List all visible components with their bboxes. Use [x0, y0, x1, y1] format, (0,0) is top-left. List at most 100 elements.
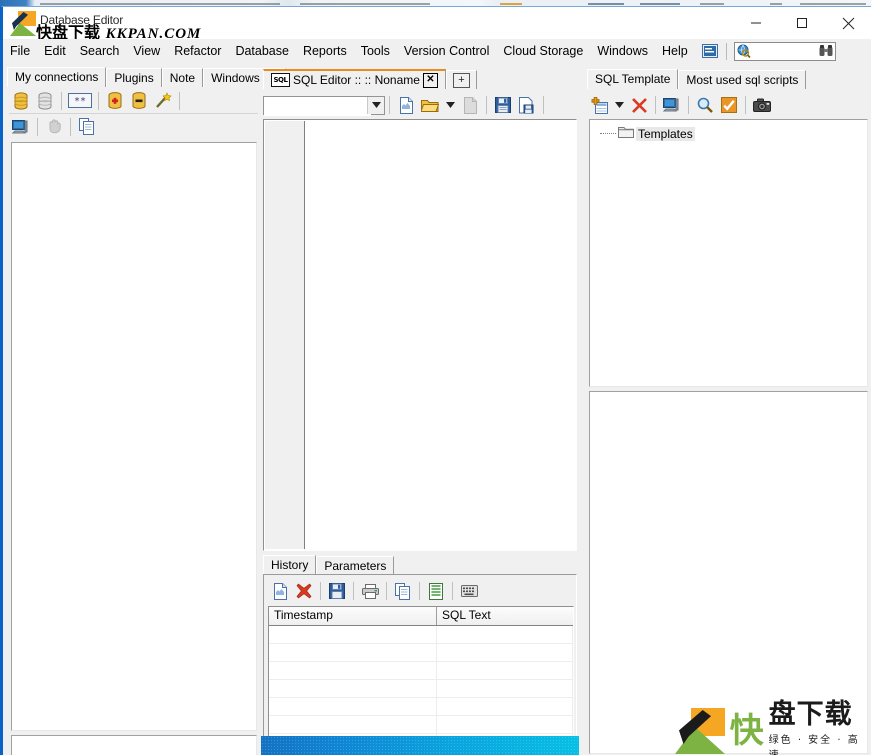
- new-script-icon[interactable]: [395, 94, 417, 116]
- chevron-down-icon[interactable]: [367, 96, 384, 114]
- main-window: Database Editor 快盘下载 KKPAN.COM File Edit…: [0, 6, 871, 755]
- save-as-icon[interactable]: [516, 94, 538, 116]
- sql-text-editor[interactable]: [263, 119, 577, 551]
- kuaipan-logo-icon: [675, 708, 725, 754]
- copy-icon[interactable]: [76, 116, 98, 138]
- camera-icon[interactable]: [751, 94, 773, 116]
- search-box[interactable]: [733, 41, 836, 61]
- tab-sql-template[interactable]: SQL Template: [587, 69, 679, 89]
- print-icon[interactable]: [359, 580, 381, 602]
- add-dropdown-icon[interactable]: [612, 94, 626, 116]
- list-icon[interactable]: [425, 580, 447, 602]
- menu-version-control[interactable]: Version Control: [397, 41, 496, 61]
- watermark-logo: 快 盘下载 绿色 · 安全 · 高速: [675, 701, 871, 755]
- globe-search-icon: [737, 44, 751, 61]
- copy-history-icon[interactable]: [392, 580, 414, 602]
- keyboard-icon[interactable]: [458, 580, 480, 602]
- watermark-main-text: 盘下载: [768, 699, 853, 730]
- open-folder-icon[interactable]: [419, 94, 441, 116]
- tree-connector: [600, 133, 616, 135]
- menu-help[interactable]: Help: [655, 41, 695, 61]
- search-icon[interactable]: [694, 94, 716, 116]
- connections-toolbar-primary: **: [9, 88, 258, 114]
- delete-template-icon[interactable]: [628, 94, 650, 116]
- tab-history[interactable]: History: [263, 555, 317, 575]
- column-header-sql-text[interactable]: SQL Text: [437, 607, 573, 625]
- editor-toolbar: [263, 92, 577, 118]
- menu-database[interactable]: Database: [228, 41, 296, 61]
- close-button[interactable]: [825, 7, 871, 39]
- table-row[interactable]: [269, 626, 573, 644]
- new-document-icon[interactable]: [269, 580, 291, 602]
- database-disconnect-icon[interactable]: [34, 90, 56, 112]
- tab-parameters[interactable]: Parameters: [316, 556, 395, 575]
- tab-plugins[interactable]: Plugins: [106, 68, 162, 87]
- save-history-icon[interactable]: [326, 580, 348, 602]
- binoculars-icon[interactable]: [819, 44, 833, 60]
- history-grid[interactable]: Timestamp SQL Text: [268, 606, 574, 755]
- menu-reports[interactable]: Reports: [296, 41, 354, 61]
- status-gradient-bar: [261, 736, 579, 755]
- menu-search[interactable]: Search: [73, 41, 127, 61]
- hand-icon: [43, 116, 65, 138]
- save-icon[interactable]: [492, 94, 514, 116]
- menu-edit[interactable]: Edit: [37, 41, 73, 61]
- remove-database-icon[interactable]: [128, 90, 150, 112]
- paste-icon: [459, 94, 481, 116]
- tree-item-label: Templates: [636, 127, 695, 141]
- menu-cloud-storage[interactable]: Cloud Storage: [496, 41, 590, 61]
- wizard-wand-icon[interactable]: [152, 90, 174, 112]
- history-toolbar: [268, 577, 574, 605]
- templates-panel: SQL Template Most used sql scripts Templ…: [585, 67, 871, 755]
- table-row[interactable]: [269, 644, 573, 662]
- editor-tabs: SQL SQL Editor :: :: Noname ✕ +: [263, 69, 577, 89]
- table-row[interactable]: [269, 662, 573, 680]
- sql-editor-icon[interactable]: [10, 116, 32, 138]
- menu-file[interactable]: File: [3, 41, 37, 61]
- watermark-sub-text: 绿色 · 安全 · 高速: [768, 735, 860, 755]
- plus-icon[interactable]: +: [452, 72, 470, 88]
- table-row[interactable]: [269, 716, 573, 734]
- templates-tabs: SQL Template Most used sql scripts: [587, 69, 870, 89]
- tab-sql-editor-label: SQL Editor :: :: Noname: [293, 72, 420, 87]
- application-window: Database Editor 快盘下载 KKPAN.COM File Edit…: [0, 0, 871, 755]
- table-row[interactable]: [269, 698, 573, 716]
- sql-icon: SQL: [271, 73, 290, 87]
- password-icon[interactable]: **: [67, 90, 93, 112]
- add-tab-button[interactable]: +: [445, 70, 477, 89]
- minimize-button[interactable]: [733, 7, 779, 39]
- apply-icon[interactable]: [718, 94, 740, 116]
- sql-editor-panel: SQL SQL Editor :: :: Noname ✕ + History …: [261, 67, 579, 755]
- connections-tree[interactable]: [11, 142, 257, 731]
- connections-toolbar-secondary: [9, 114, 258, 139]
- tab-sql-editor[interactable]: SQL SQL Editor :: :: Noname ✕: [263, 69, 446, 89]
- database-connect-icon[interactable]: [10, 90, 32, 112]
- connection-input: [264, 96, 371, 116]
- open-dropdown-icon[interactable]: [443, 94, 457, 116]
- editor-icon[interactable]: [661, 94, 683, 116]
- history-panel: Timestamp SQL Text: [263, 574, 577, 755]
- table-row[interactable]: [269, 680, 573, 698]
- maximize-button[interactable]: [779, 7, 825, 39]
- tab-my-connections[interactable]: My connections: [7, 67, 107, 87]
- templates-tree[interactable]: Templates: [589, 119, 868, 387]
- delete-icon[interactable]: [293, 580, 315, 602]
- title-bar: Database Editor 快盘下载 KKPAN.COM: [3, 7, 871, 42]
- add-database-icon[interactable]: [104, 90, 126, 112]
- menu-tools[interactable]: Tools: [354, 41, 397, 61]
- add-template-icon[interactable]: [588, 94, 610, 116]
- close-icon[interactable]: ✕: [422, 72, 438, 88]
- menu-view[interactable]: View: [126, 41, 167, 61]
- tree-item-templates[interactable]: Templates: [600, 126, 867, 142]
- window-list-icon[interactable]: [701, 43, 719, 59]
- svg-text:**: **: [74, 96, 86, 107]
- app-logo-icon: [10, 11, 36, 36]
- tab-note[interactable]: Note: [161, 68, 204, 87]
- connection-details-panel[interactable]: [11, 735, 257, 755]
- menu-refactor[interactable]: Refactor: [167, 41, 228, 61]
- column-header-timestamp[interactable]: Timestamp: [269, 607, 437, 625]
- search-input[interactable]: [754, 44, 829, 58]
- connection-select[interactable]: [263, 95, 385, 116]
- tab-most-used-sql-scripts[interactable]: Most used sql scripts: [678, 70, 807, 89]
- menu-windows[interactable]: Windows: [590, 41, 655, 61]
